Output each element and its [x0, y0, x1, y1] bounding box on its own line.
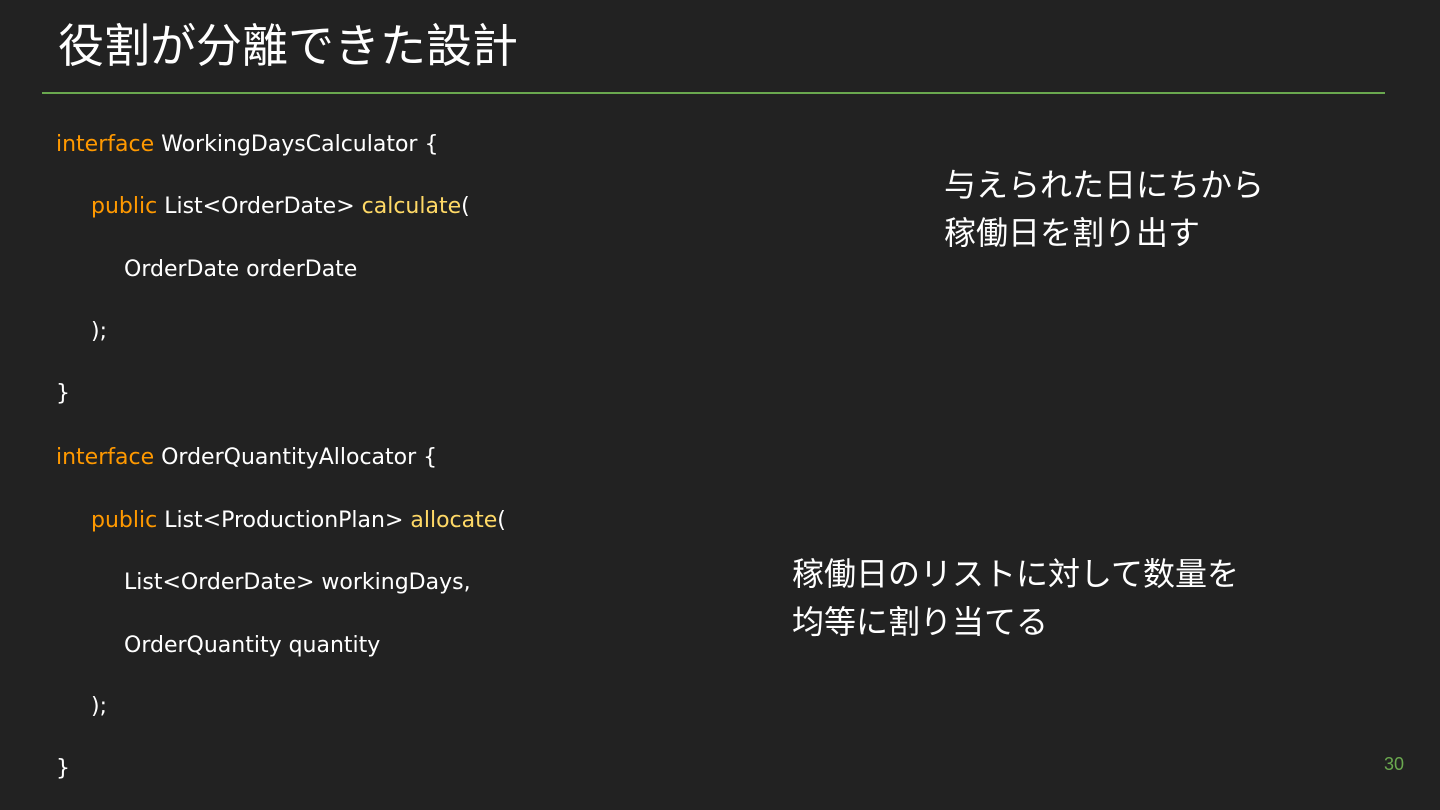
page-number: 30: [1384, 754, 1405, 774]
code-line-6: interface OrderQuantityAllocator {: [56, 443, 437, 473]
slide: 役割が分離できた設計 interface WorkingDaysCalculat…: [0, 0, 1440, 810]
code-line-1: interface WorkingDaysCalculator {: [56, 130, 438, 160]
slide-title: 役割が分離できた設計: [58, 19, 518, 73]
code-line-4: );: [91, 319, 107, 344]
note-line: 稼働日を割り出す: [944, 214, 1201, 252]
code-line-8: List<OrderDate> workingDays,: [124, 570, 471, 595]
code-line-5: }: [56, 381, 70, 406]
note-working-days: 与えられた日にちから 稼働日を割り出す: [944, 161, 1264, 257]
note-line: 与えられた日にちから: [944, 166, 1265, 204]
code-keyword: public: [91, 194, 158, 219]
code-keyword: interface: [56, 445, 155, 470]
code-keyword: public: [91, 508, 158, 533]
code-keyword: interface: [56, 132, 155, 157]
code-method: calculate: [361, 194, 462, 219]
code-method: allocate: [410, 508, 498, 533]
code-text: List<OrderDate>: [157, 194, 362, 219]
code-line-11: }: [56, 756, 70, 781]
code-line-9: OrderQuantity quantity: [124, 633, 381, 658]
code-text: (: [497, 508, 506, 533]
code-line-10: );: [91, 694, 107, 719]
code-text: WorkingDaysCalculator {: [154, 132, 439, 157]
code-text: (: [461, 194, 470, 219]
code-line-2: public List<OrderDate> calculate(: [91, 192, 470, 222]
title-divider: [42, 92, 1385, 94]
code-text: OrderQuantityAllocator {: [154, 445, 438, 470]
note-line: 稼働日のリストに対して数量を: [792, 555, 1240, 593]
code-text: List<ProductionPlan>: [157, 508, 411, 533]
code-line-7: public List<ProductionPlan> allocate(: [91, 506, 506, 536]
note-line: 均等に割り当てる: [792, 603, 1049, 641]
code-line-3: OrderDate orderDate: [124, 257, 358, 282]
note-allocation: 稼働日のリストに対して数量を 均等に割り当てる: [792, 550, 1239, 646]
